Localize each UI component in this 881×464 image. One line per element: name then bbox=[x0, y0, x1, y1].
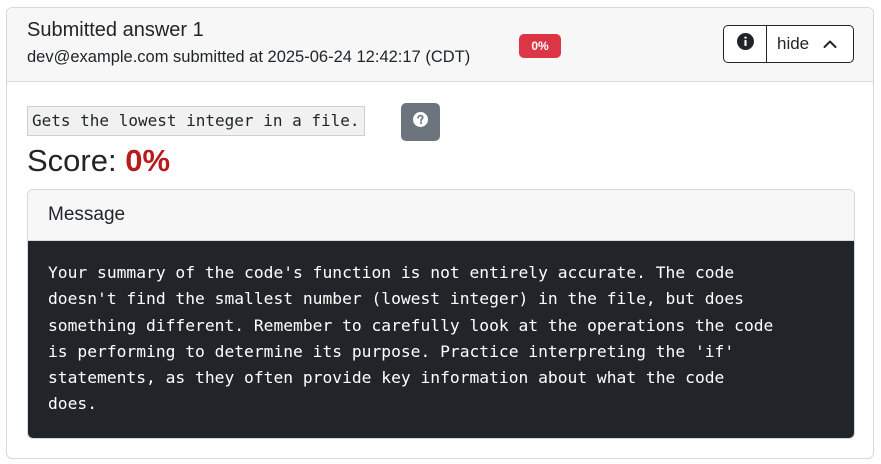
submitted-answer: Gets the lowest integer in a file. bbox=[27, 106, 365, 136]
score-label: Score: bbox=[27, 143, 117, 178]
message-body: Your summary of the code's function is n… bbox=[28, 241, 854, 438]
score-badge: 0% bbox=[519, 34, 561, 58]
hide-button[interactable]: hide bbox=[767, 26, 853, 62]
submission-header: Submitted answer 1 dev@example.com submi… bbox=[7, 8, 873, 82]
question-circle-icon bbox=[413, 112, 428, 132]
hide-label: hide bbox=[777, 34, 810, 53]
header-button-group: hide bbox=[723, 25, 854, 63]
message-title: Message bbox=[28, 190, 854, 241]
chevron-up-icon bbox=[823, 34, 837, 54]
score-value: 0% bbox=[125, 143, 171, 178]
help-button[interactable] bbox=[401, 103, 440, 141]
message-card: Message Your summary of the code's funct… bbox=[27, 189, 855, 439]
submission-title: Submitted answer 1 bbox=[27, 19, 204, 41]
submission-card: Submitted answer 1 dev@example.com submi… bbox=[6, 7, 874, 459]
score-line: Score: 0% bbox=[27, 141, 170, 181]
info-button[interactable] bbox=[724, 26, 767, 62]
info-circle-icon bbox=[736, 33, 754, 55]
submission-meta: dev@example.com submitted at 2025-06-24 … bbox=[27, 48, 471, 66]
